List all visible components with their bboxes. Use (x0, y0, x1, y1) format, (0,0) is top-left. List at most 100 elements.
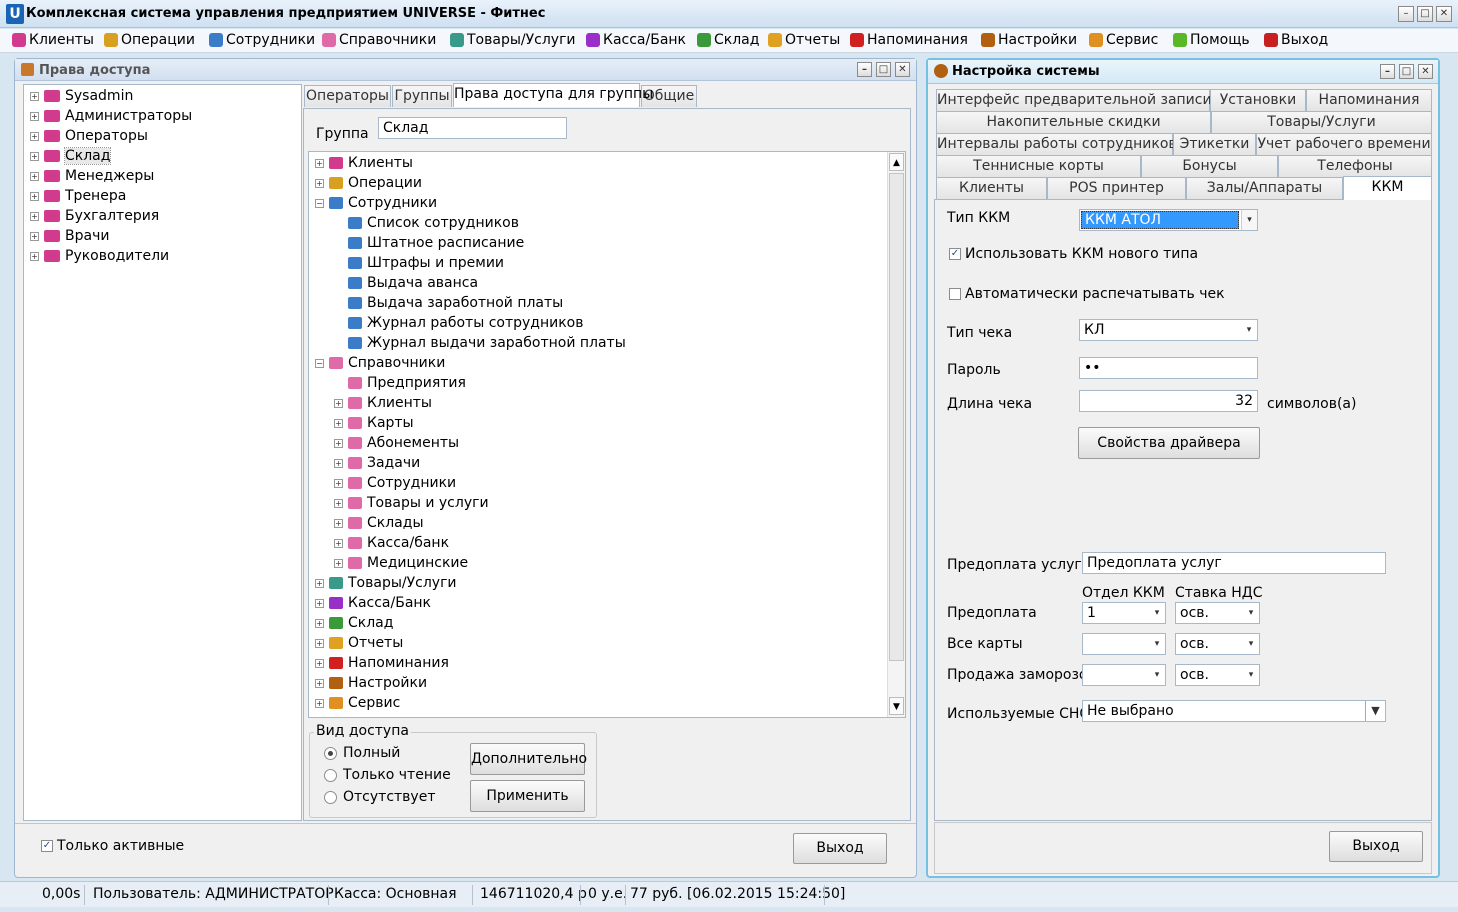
chevron-down-icon[interactable]: ▾ (1241, 210, 1257, 230)
kkm-vat-combo[interactable]: осв. ▾ (1175, 602, 1260, 624)
expand-icon[interactable]: + (315, 178, 324, 188)
expand-icon[interactable]: + (315, 638, 324, 648)
apply-button[interactable]: Применить (470, 780, 585, 812)
chevron-down-icon[interactable]: ▾ (1149, 603, 1165, 623)
scroll-up-button[interactable]: ▲ (889, 153, 904, 171)
tab-settings-4-1[interactable]: POS принтер (1047, 177, 1186, 199)
expand-icon[interactable]: + (30, 211, 39, 221)
chevron-down-icon[interactable]: ▾ (1243, 603, 1259, 623)
tax-system-combo[interactable]: Не выбрано ▼ (1082, 700, 1386, 722)
expand-icon[interactable]: + (30, 171, 39, 181)
access-type-radio[interactable]: Отсутствует (324, 789, 435, 805)
expand-icon[interactable]: + (30, 131, 39, 141)
tab-settings-3-0[interactable]: Теннисные корты (936, 155, 1141, 177)
chevron-down-icon[interactable]: ▾ (1149, 634, 1165, 654)
permission-item[interactable]: + Сервис (315, 693, 400, 713)
expand-icon[interactable]: + (315, 598, 324, 608)
close-button[interactable]: ✕ (1436, 6, 1452, 22)
permission-item[interactable]: + Товары и услуги (334, 493, 489, 513)
kkm-vat-combo[interactable]: осв. ▾ (1175, 664, 1260, 686)
kkm-type-combo[interactable]: ККМ АТОЛ ▾ (1079, 209, 1258, 231)
expand-icon[interactable]: + (334, 478, 343, 488)
settings-minimize-button[interactable]: – (1380, 64, 1395, 79)
chevron-down-icon[interactable]: ▾ (1241, 320, 1257, 340)
kkm-dept-combo[interactable]: ▾ (1082, 633, 1166, 655)
expand-icon[interactable]: + (315, 618, 324, 628)
permission-item[interactable]: + Касса/Банк (315, 593, 431, 613)
group-item[interactable]: + Бухгалтерия (30, 206, 159, 226)
permission-item[interactable]: + Товары/Услуги (315, 573, 457, 593)
group-item[interactable]: + Sysadmin (30, 86, 133, 106)
expand-icon[interactable]: + (315, 678, 324, 688)
prepay-services-field[interactable]: Предоплата услуг (1082, 552, 1386, 574)
panel-minimize-button[interactable]: – (857, 62, 872, 77)
expand-icon[interactable]: + (334, 418, 343, 428)
group-item[interactable]: + Руководители (30, 246, 169, 266)
expand-icon[interactable]: + (315, 658, 324, 668)
panel-maximize-button[interactable]: □ (876, 62, 891, 77)
permission-item[interactable]: + Клиенты (315, 153, 413, 173)
access-type-radio[interactable]: Только чтение (324, 767, 451, 783)
menu-item-3[interactable]: Справочники (322, 32, 436, 48)
expand-icon[interactable]: + (334, 518, 343, 528)
expand-icon[interactable]: + (30, 151, 39, 161)
expand-icon[interactable]: + (315, 158, 324, 168)
permission-item[interactable]: + Склады (334, 513, 424, 533)
expand-icon[interactable]: + (334, 458, 343, 468)
access-type-radio[interactable]: Полный (324, 745, 400, 761)
permission-item[interactable]: Журнал выдачи заработной платы (334, 333, 626, 353)
expand-icon[interactable]: + (30, 191, 39, 201)
menu-item-1[interactable]: Операции (104, 32, 195, 48)
menu-item-12[interactable]: Выход (1264, 32, 1328, 48)
expand-icon[interactable]: + (30, 231, 39, 241)
more-button[interactable]: Дополнительно (470, 743, 587, 775)
settings-maximize-button[interactable]: □ (1399, 64, 1414, 79)
tab-settings-2-0[interactable]: Интервалы работы сотрудников (936, 133, 1177, 155)
menu-item-8[interactable]: Напоминания (850, 32, 968, 48)
receipt-length-field[interactable]: 32 (1079, 390, 1258, 412)
tab-access-0[interactable]: Операторы (304, 85, 391, 107)
permission-item[interactable]: + Настройки (315, 673, 427, 693)
tab-settings-4-3[interactable]: ККМ (1343, 176, 1432, 200)
dropdown-arrow-icon[interactable]: ▼ (1365, 701, 1385, 721)
group-field[interactable]: Склад (378, 117, 567, 139)
scroll-thumb[interactable] (889, 173, 904, 661)
group-item[interactable]: + Администраторы (30, 106, 192, 126)
driver-properties-button[interactable]: Свойства драйвера (1078, 427, 1260, 459)
chevron-down-icon[interactable]: ▾ (1243, 665, 1259, 685)
receipt-type-combo[interactable]: КЛ ▾ (1079, 319, 1258, 341)
tab-settings-4-0[interactable]: Клиенты (936, 177, 1047, 199)
permission-item[interactable]: + Отчеты (315, 633, 403, 653)
scroll-down-button[interactable]: ▼ (889, 697, 904, 715)
permission-item[interactable]: + Медицинские (334, 553, 468, 573)
menu-item-5[interactable]: Касса/Банк (586, 32, 686, 48)
menu-item-2[interactable]: Сотрудники (209, 32, 315, 48)
collapse-icon[interactable]: − (315, 358, 324, 368)
tab-settings-1-0[interactable]: Накопительные скидки (936, 111, 1211, 133)
expand-icon[interactable]: + (334, 398, 343, 408)
panel-close-button[interactable]: ✕ (895, 62, 910, 77)
expand-icon[interactable]: + (334, 498, 343, 508)
expand-icon[interactable]: + (315, 698, 324, 708)
auto-print-checkbox[interactable]: Автоматически распечатывать чек (949, 286, 1225, 302)
use-new-kkm-checkbox[interactable]: ✓ Использовать ККМ нового типа (949, 246, 1198, 262)
group-item[interactable]: + Менеджеры (30, 166, 154, 186)
expand-icon[interactable]: + (315, 578, 324, 588)
menu-item-6[interactable]: Склад (697, 32, 759, 48)
tab-settings-2-1[interactable]: Этикетки (1173, 133, 1256, 155)
group-item[interactable]: + Склад (30, 146, 112, 166)
menu-item-4[interactable]: Товары/Услуги (450, 32, 576, 48)
maximize-button[interactable]: □ (1417, 6, 1433, 22)
group-item[interactable]: + Тренера (30, 186, 126, 206)
permission-item[interactable]: + Клиенты (334, 393, 432, 413)
tab-access-2[interactable]: Права доступа для группы (453, 83, 653, 107)
permission-item[interactable]: Список сотрудников (334, 213, 519, 233)
kkm-dept-combo[interactable]: ▾ (1082, 664, 1166, 686)
permission-item[interactable]: Предприятия (334, 373, 466, 393)
tab-settings-4-2[interactable]: Залы/Аппараты (1186, 177, 1343, 199)
tab-settings-3-2[interactable]: Телефоны (1278, 155, 1432, 177)
group-item[interactable]: + Врачи (30, 226, 109, 246)
tab-settings-3-1[interactable]: Бонусы (1141, 155, 1278, 177)
expand-icon[interactable]: + (30, 91, 39, 101)
permission-item[interactable]: − Сотрудники (315, 193, 437, 213)
